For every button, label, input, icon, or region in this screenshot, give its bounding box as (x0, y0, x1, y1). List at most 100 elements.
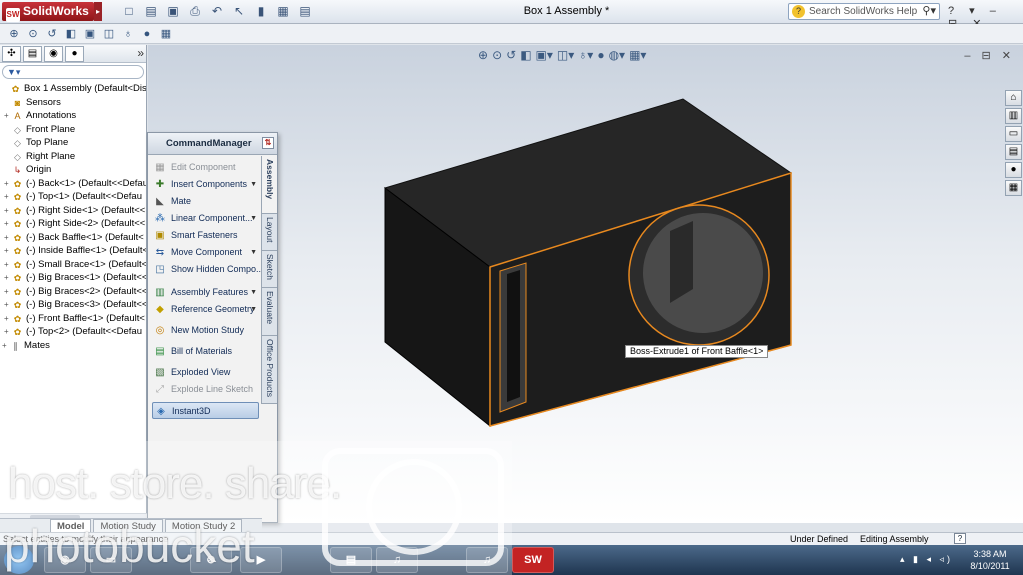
command-linear-pattern[interactable]: ⁂ Linear Component... ▼ (152, 210, 259, 227)
media-app-icon[interactable]: ▶ (240, 547, 282, 573)
configuration-tab-icon[interactable]: ◉ (44, 46, 63, 62)
command-instant3d[interactable]: ◈ Instant3D (152, 402, 259, 419)
system-tray[interactable]: ▴ ▮ ◂ ◃) (900, 554, 953, 565)
tab-motion-study-2[interactable]: Motion Study 2 (164, 519, 243, 532)
help-icon[interactable]: ? (954, 533, 966, 544)
tree-item[interactable]: + ✿ (-) Right Side<1> (Default<< (0, 204, 146, 218)
help-search-input[interactable]: ? Search SolidWorks Help ⚲▾ (788, 3, 940, 20)
dropdown-arrow-icon[interactable]: ▼ (250, 210, 257, 227)
expand-icon[interactable]: + (4, 109, 12, 123)
display-style-icon[interactable]: ◫ (101, 26, 117, 42)
tab-motion-study[interactable]: Motion Study (93, 519, 163, 532)
feature-tree-tab-icon[interactable]: ✣ (2, 46, 21, 62)
search-icon[interactable]: ⚲▾ (922, 4, 936, 19)
tree-item[interactable]: + ∥ Mates (0, 339, 146, 353)
tree-item[interactable]: + ✿ (-) Back<1> (Default<<Defau (0, 177, 146, 191)
notes-app-icon[interactable]: ▤ (330, 547, 372, 573)
command-insert-components[interactable]: ✚ Insert Components ▼ (152, 176, 259, 193)
command-edit-component[interactable]: ▦ Edit Component (152, 159, 259, 176)
clock[interactable]: 3:38 AM 8/10/2011 (962, 548, 1018, 572)
tree-item[interactable]: + ✿ (-) Small Brace<1> (Default< (0, 258, 146, 272)
expand-icon[interactable]: + (4, 312, 12, 326)
appearance-icon[interactable]: ● (139, 26, 155, 42)
expand-icon[interactable]: + (2, 339, 10, 353)
tree-item[interactable]: + ✿ (-) Front Baffle<1> (Default< (0, 312, 146, 326)
tab-model[interactable]: Model (50, 519, 92, 532)
command-move-component[interactable]: ⇆ Move Component ▼ (152, 244, 259, 261)
tree-item[interactable]: + ✿ (-) Big Braces<2> (Default<< (0, 285, 146, 299)
command-reference-geometry[interactable]: ◆ Reference Geometry ▼ (152, 301, 259, 318)
tree-item[interactable]: ◙ Sensors (0, 96, 146, 110)
tree-item[interactable]: ✿ Box 1 Assembly (Default<Display (0, 82, 146, 96)
command-assembly-features[interactable]: ▥ Assembly Features ▼ (152, 284, 259, 301)
expand-icon[interactable]: + (4, 271, 12, 285)
itunes-window-icon[interactable]: ♫ (466, 547, 508, 573)
command-show-hidden[interactable]: ◳ Show Hidden Compo... (152, 261, 263, 278)
tree-item[interactable]: + A Annotations (0, 109, 146, 123)
tab-office-products[interactable]: Office Products (261, 336, 277, 404)
scene-icon[interactable]: ▦ (158, 26, 174, 42)
part-icon: ✿ (13, 246, 22, 256)
dropdown-arrow-icon[interactable]: ▼ (250, 244, 257, 261)
design-library-icon[interactable]: ▥ (1005, 108, 1022, 124)
start-button[interactable] (4, 546, 34, 574)
hide-show-icon[interactable]: ♁ (120, 26, 136, 42)
more-tabs-icon[interactable]: » (137, 46, 144, 61)
dropdown-arrow-icon[interactable]: ▼ (250, 284, 257, 301)
tree-item[interactable]: ↳ Origin (0, 163, 146, 177)
display-manager-tab-icon[interactable]: ● (65, 46, 84, 62)
xbox-app-icon[interactable]: ⊛ (190, 547, 232, 573)
explorer-app-icon[interactable]: ▭ (90, 547, 132, 573)
previous-view-icon[interactable]: ↺ (44, 26, 60, 42)
tab-sketch[interactable]: Sketch (261, 251, 277, 288)
command-bom[interactable]: ▤ Bill of Materials (152, 343, 259, 360)
property-manager-tab-icon[interactable]: ▤ (23, 46, 42, 62)
expand-icon[interactable]: + (4, 204, 12, 218)
zoom-to-fit-icon[interactable]: ⊕ (6, 26, 22, 42)
dropdown-arrow-icon[interactable]: ▼ (250, 176, 257, 193)
file-explorer-icon[interactable]: ▭ (1005, 126, 1022, 142)
tree-item[interactable]: + ✿ (-) Big Braces<3> (Default<< (0, 298, 146, 312)
assembly-model[interactable] (148, 45, 1023, 523)
expand-icon[interactable]: + (4, 298, 12, 312)
tree-item[interactable]: + ✿ (-) Top<1> (Default<<Defau (0, 190, 146, 204)
tree-filter-input[interactable]: ▼▾ (2, 65, 144, 79)
tree-item[interactable]: ◇ Top Plane (0, 136, 146, 150)
tree-item[interactable]: ◇ Front Plane (0, 123, 146, 137)
tab-layout[interactable]: Layout (261, 214, 277, 251)
command-exploded-view[interactable]: ▧ Exploded View (152, 364, 259, 381)
tree-item[interactable]: + ✿ (-) Back Baffle<1> (Default< (0, 231, 146, 245)
tree-item[interactable]: + ✿ (-) Right Side<2> (Default<< (0, 217, 146, 231)
expand-icon[interactable]: + (4, 231, 12, 245)
tree-item[interactable]: + ✿ (-) Top<2> (Default<<Defau (0, 325, 146, 339)
tree-item[interactable]: + ✿ (-) Inside Baffle<1> (Default< (0, 244, 146, 258)
expand-icon[interactable]: + (4, 190, 12, 204)
tree-item[interactable]: + ✿ (-) Big Braces<1> (Default<< (0, 271, 146, 285)
custom-properties-icon[interactable]: ▦ (1005, 180, 1022, 196)
appearances-icon[interactable]: ● (1005, 162, 1022, 178)
view-orientation-icon[interactable]: ▣ (82, 26, 98, 42)
zoom-area-icon[interactable]: ⊙ (25, 26, 41, 42)
expand-icon[interactable]: + (4, 217, 12, 231)
section-view-icon[interactable]: ◧ (63, 26, 79, 42)
view-palette-icon[interactable]: ▤ (1005, 144, 1022, 160)
expand-icon[interactable]: + (4, 177, 12, 191)
expand-icon[interactable]: + (4, 325, 12, 339)
chrome-app-icon[interactable]: ◉ (44, 547, 86, 573)
expand-icon[interactable]: + (4, 258, 12, 272)
tree-item[interactable]: ◇ Right Plane (0, 150, 146, 164)
home-icon[interactable]: ⌂ (1005, 90, 1022, 106)
command-smart-fasteners[interactable]: ▣ Smart Fasteners (152, 227, 259, 244)
command-motion-study[interactable]: ◎ New Motion Study (152, 322, 259, 339)
expand-icon[interactable]: + (4, 285, 12, 299)
itunes-app-icon[interactable]: ♫ (376, 547, 418, 573)
solidworks-app-icon[interactable]: SW (512, 547, 554, 573)
tab-evaluate[interactable]: Evaluate (261, 288, 277, 336)
graphics-viewport[interactable]: ⊕ ⊙ ↺ ◧ ▣▾ ◫▾ ♁▾ ● ◍▾ ▦▾ – ⊟ ✕ Boss-Extr… (148, 45, 1023, 523)
command-explode-line[interactable]: ⤢ Explode Line Sketch (152, 381, 259, 398)
command-mate[interactable]: ◣ Mate (152, 193, 259, 210)
pin-icon[interactable]: ⇅ (262, 137, 274, 149)
expand-icon[interactable]: + (4, 244, 12, 258)
tab-assembly[interactable]: Assembly (261, 156, 277, 214)
dropdown-arrow-icon[interactable]: ▼ (250, 301, 257, 318)
